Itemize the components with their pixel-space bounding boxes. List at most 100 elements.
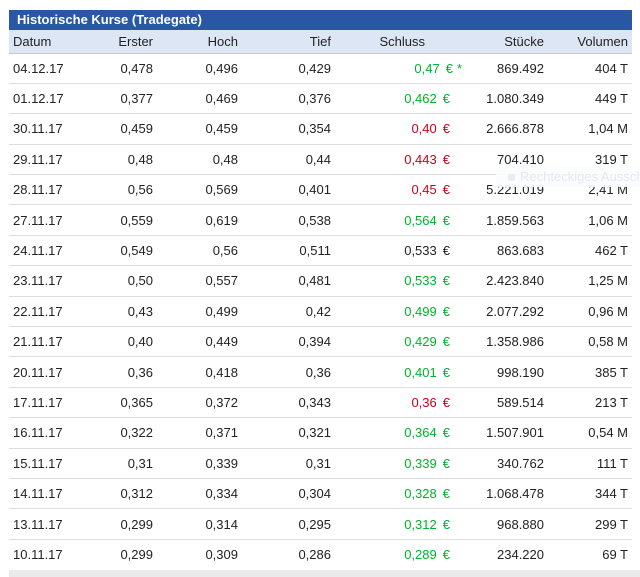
cell-erster: 0,299 [79,509,153,539]
euro-symbol: € [443,182,450,197]
table-row: 23.11.17 0,50 0,557 0,481 0,533€ 2.423.8… [9,266,632,296]
table-row: 27.11.17 0,559 0,619 0,538 0,564€ 1.859.… [9,205,632,235]
cell-stuecke: 869.492 [462,53,544,83]
cell-stuecke: 1.080.349 [462,83,544,113]
cell-schluss: 0,328€ [331,478,462,508]
cell-volumen: 344 T [544,478,632,508]
cell-hoch: 0,619 [153,205,238,235]
schluss-value: 0,429 [404,334,437,349]
cell-hoch: 0,314 [153,509,238,539]
cell-erster: 0,312 [79,478,153,508]
schluss-value: 0,533 [404,273,437,288]
euro-symbol: € [443,456,450,471]
column-header-hoch: Hoch [153,30,238,53]
cell-schluss: 0,499 € [331,296,462,326]
cell-stuecke: 2.423.840 [462,266,544,296]
cell-erster: 0,43 [79,296,153,326]
cell-tief: 0,354 [238,114,331,144]
module-title: Historische Kurse (Tradegate) [9,10,632,30]
cell-volumen: 0,96 M [544,296,632,326]
cell-erster: 0,56 [79,175,153,205]
cell-datum: 14.11.17 [9,478,79,508]
cell-hoch: 0,557 [153,266,238,296]
table-row: 24.11.17 0,549 0,56 0,511 0,533€ 863.683… [9,235,632,265]
schluss-value: 0,533 [404,243,437,258]
euro-symbol: € [443,365,450,380]
cell-hoch: 0,469 [153,83,238,113]
cell-volumen: 213 T [544,387,632,417]
cell-hoch: 0,339 [153,448,238,478]
cell-stuecke: 589.514 [462,387,544,417]
cell-stuecke: 2.666.878 [462,114,544,144]
euro-symbol: € [443,517,450,532]
euro-symbol: € [443,152,450,167]
cell-datum: 15.11.17 [9,448,79,478]
column-header-tief: Tief [238,30,331,53]
cell-schluss: 0,339€ [331,448,462,478]
cell-erster: 0,50 [79,266,153,296]
cell-erster: 0,322 [79,418,153,448]
cell-erster: 0,40 [79,327,153,357]
cell-tief: 0,376 [238,83,331,113]
cell-schluss: 0,564€ [331,205,462,235]
table-row: 15.11.17 0,31 0,339 0,31 0,339€ 340.762 … [9,448,632,478]
cell-hoch: 0,459 [153,114,238,144]
cell-tief: 0,343 [238,387,331,417]
cell-erster: 0,559 [79,205,153,235]
cell-volumen: 385 T [544,357,632,387]
cell-schluss: 0,40€ [331,114,462,144]
cell-erster: 0,459 [79,114,153,144]
cell-hoch: 0,449 [153,327,238,357]
cell-stuecke: 1.068.478 [462,478,544,508]
table-row: 16.11.17 0,322 0,371 0,321 0,364€ 1.507.… [9,418,632,448]
cell-schluss: 0,45 € [331,175,462,205]
table-row: 10.11.17 0,299 0,309 0,286 0,289€ 234.22… [9,539,632,569]
cell-hoch: 0,334 [153,478,238,508]
euro-symbol: € [443,273,450,288]
snip-mode-icon [508,174,515,181]
schluss-value: 0,564 [404,213,437,228]
column-header-datum: Datum [9,30,79,53]
cell-tief: 0,286 [238,539,331,569]
cell-tief: 0,511 [238,235,331,265]
cell-schluss: 0,533 € [331,266,462,296]
cell-schluss: 0,401€ [331,357,462,387]
cell-tief: 0,304 [238,478,331,508]
cell-datum: 04.12.17 [9,53,79,83]
cell-schluss: 0,289€ [331,539,462,569]
cell-stuecke: 2.077.292 [462,296,544,326]
cell-hoch: 0,569 [153,175,238,205]
euro-symbol: € [446,61,453,76]
cell-schluss: 0,47€* [331,53,462,83]
cell-datum: 28.11.17 [9,175,79,205]
schluss-value: 0,36 [411,395,436,410]
cell-datum: 23.11.17 [9,266,79,296]
cell-tief: 0,36 [238,357,331,387]
euro-symbol: € [443,304,450,319]
cell-datum: 30.11.17 [9,114,79,144]
schluss-value: 0,462 [404,91,437,106]
schluss-value: 0,45 [411,182,436,197]
table-row: 30.11.17 0,459 0,459 0,354 0,40€ 2.666.8… [9,114,632,144]
cell-hoch: 0,371 [153,418,238,448]
column-header-volumen: Volumen [544,30,632,53]
table-row: 01.12.17 0,377 0,469 0,376 0,462€ 1.080.… [9,83,632,113]
cell-erster: 0,299 [79,539,153,569]
column-header-erster: Erster [79,30,153,53]
schluss-value: 0,499 [404,304,437,319]
cell-stuecke: 340.762 [462,448,544,478]
euro-symbol: € [443,425,450,440]
cell-volumen: 449 T [544,83,632,113]
schluss-value: 0,40 [411,121,436,136]
cell-tief: 0,401 [238,175,331,205]
euro-symbol: € [443,91,450,106]
cell-erster: 0,31 [79,448,153,478]
schluss-value: 0,443 [404,152,437,167]
cell-volumen: 69 T [544,539,632,569]
cell-hoch: 0,56 [153,235,238,265]
euro-symbol: € [443,334,450,349]
schluss-value: 0,289 [404,547,437,562]
cell-hoch: 0,309 [153,539,238,569]
cell-tief: 0,44 [238,144,331,174]
cell-schluss: 0,36€ [331,387,462,417]
